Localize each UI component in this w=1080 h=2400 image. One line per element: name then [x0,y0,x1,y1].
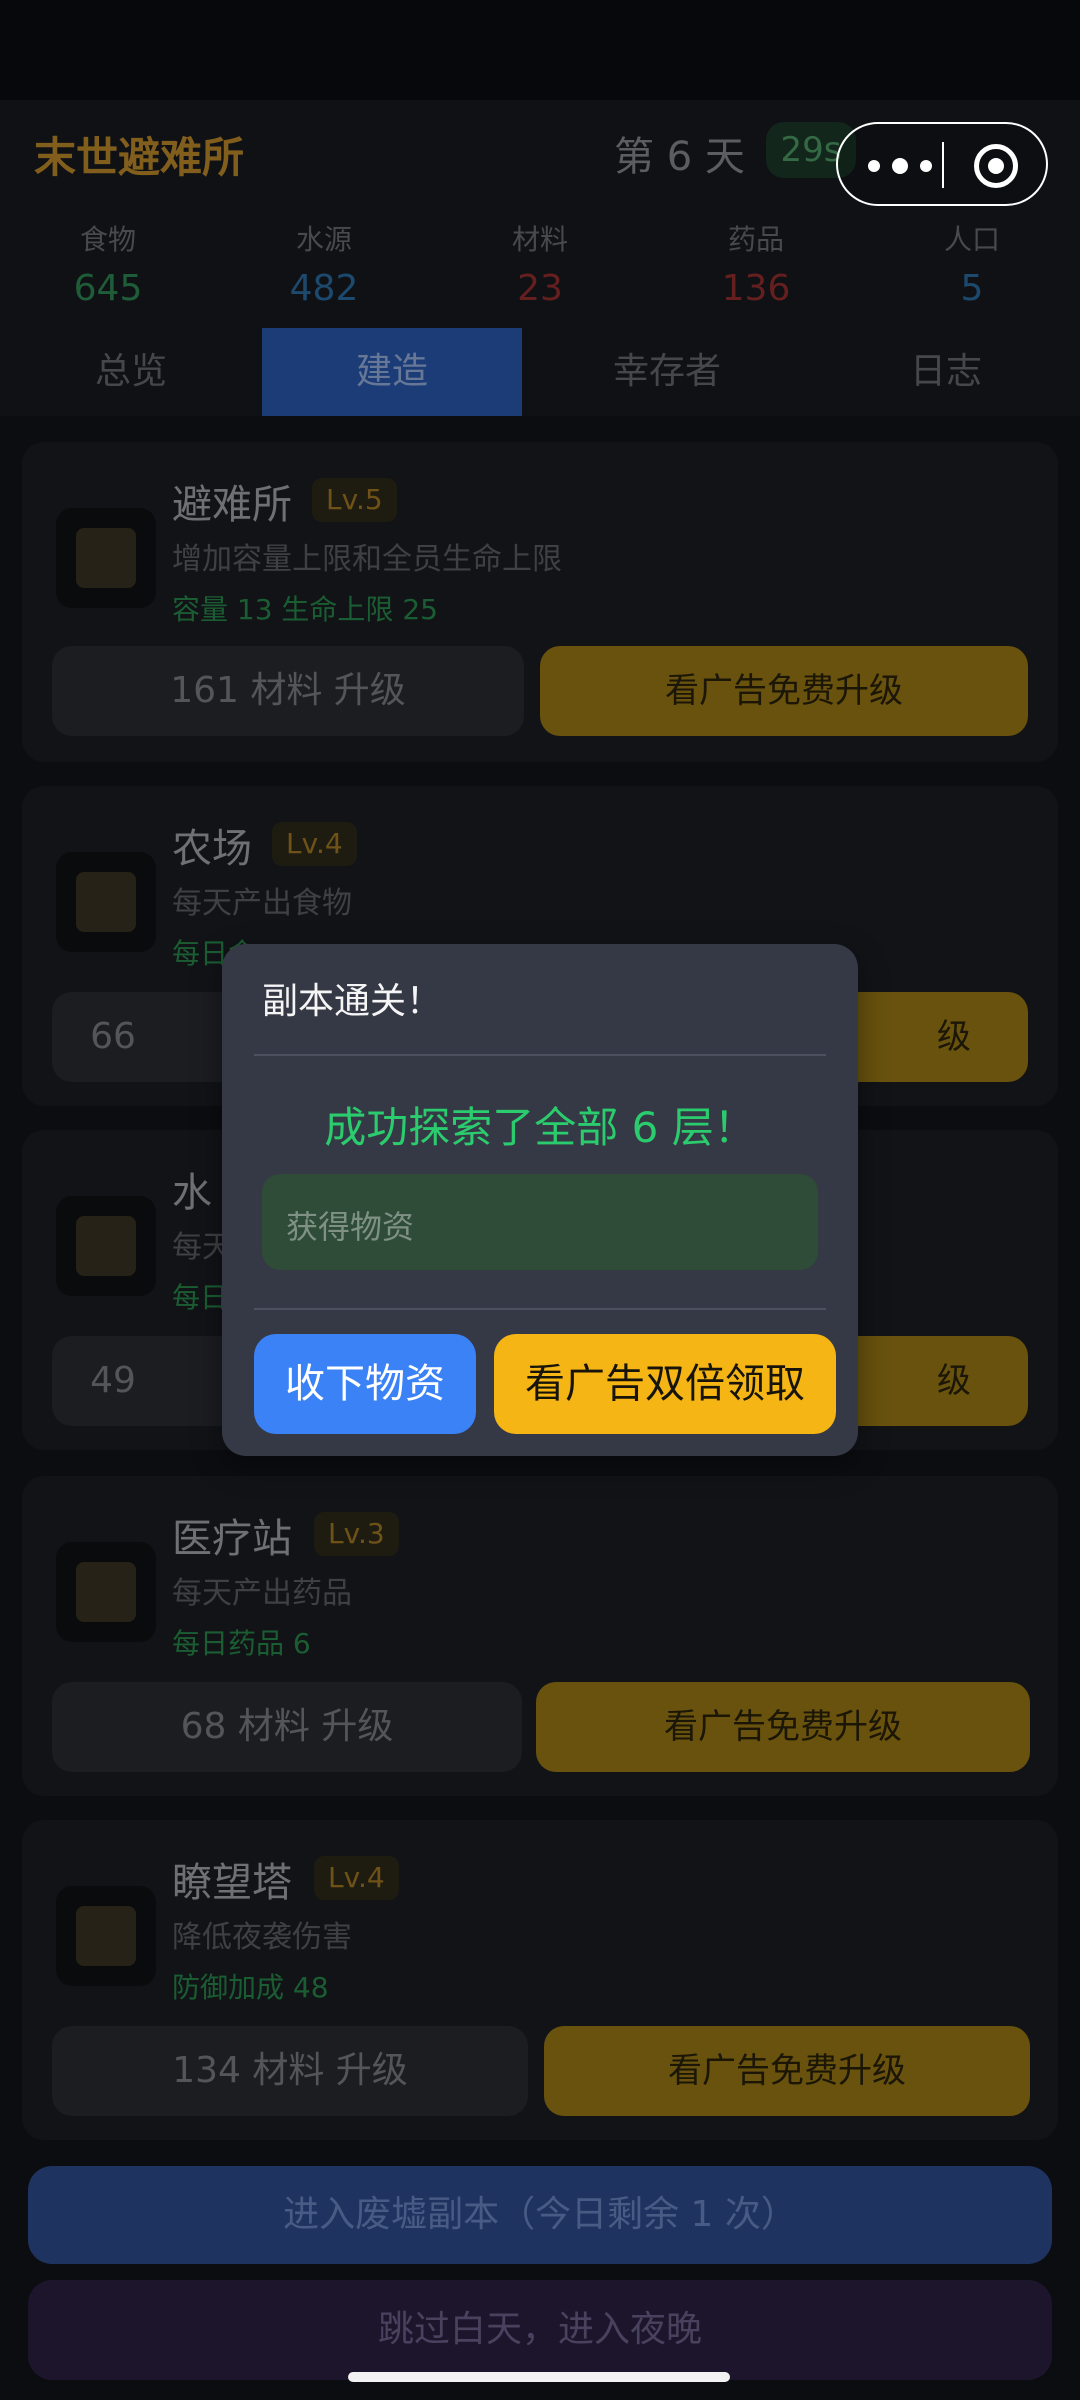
loot-label: 获得物资 [286,1208,415,1246]
double-loot-ad-button[interactable]: 看广告双倍领取 [494,1334,836,1434]
collect-loot-button[interactable]: 收下物资 [254,1334,476,1434]
dialog-divider [254,1054,826,1056]
miniprogram-capsule[interactable] [836,122,1048,206]
more-icon[interactable] [868,148,932,184]
close-target-icon[interactable] [974,144,1018,188]
capsule-divider [942,142,944,188]
dialog-divider [254,1308,826,1310]
dungeon-clear-dialog: 副本通关！ 成功探索了全部 6 层！ 获得物资 收下物资 看广告双倍领取 [222,944,858,1456]
status-bar [0,0,1080,100]
home-indicator [348,2372,730,2382]
dialog-message: 成功探索了全部 6 层！ [324,1103,756,1152]
dialog-title: 副本通关！ [262,981,443,1022]
loot-box: 获得物资 [262,1174,818,1270]
